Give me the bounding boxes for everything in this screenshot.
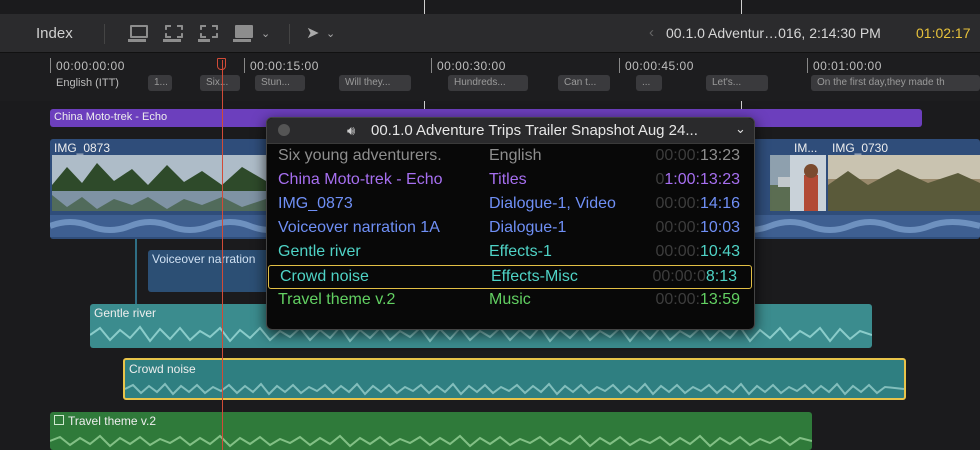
music-clip[interactable]: Travel theme v.2 xyxy=(50,412,812,450)
playhead-handle[interactable] xyxy=(217,58,226,70)
clip-role: Music xyxy=(489,291,531,308)
clip-timecode: 00:00:14:16 xyxy=(655,195,740,212)
clip-label: Voiceover narration xyxy=(152,252,256,266)
clip-timecode: 00:00:10:03 xyxy=(655,219,740,236)
timeline-ruler[interactable]: 00:00:00:00 00:00:15:00 00:00:30:00 00:0… xyxy=(0,53,980,101)
edit-options-chevron-icon[interactable]: ⌄ xyxy=(261,27,270,40)
caption-clip[interactable]: On the first day,they made th xyxy=(811,75,980,91)
clip-list-row[interactable]: Voiceover narration 1A Dialogue-1 00:00:10… xyxy=(267,217,754,241)
toolbar-divider xyxy=(104,24,105,44)
clip-label: IM... xyxy=(794,141,818,155)
caption-clip[interactable]: Hundreds... xyxy=(448,75,528,91)
ruler-label: 00:00:15:00 xyxy=(250,59,319,73)
ruler-tick xyxy=(807,58,808,73)
popover-title: 00.1.0 Adventure Trips Trailer Snapshot … xyxy=(371,122,698,139)
select-tool-icon[interactable]: ➤ xyxy=(306,23,319,43)
clip-timecode: 00:00:13:23 xyxy=(655,147,740,164)
timeline-toolbar: Index ⌄ ➤ ⌄ ‹ 00.1.0 Adventur…016, 2:14:… xyxy=(0,14,980,53)
ruler-tick xyxy=(50,58,51,73)
voiceover-clip[interactable]: Voiceover narration xyxy=(148,250,270,292)
clip-list-row[interactable]: Six young adventurers. English 00:00:13:23 xyxy=(267,145,754,169)
caption-clip[interactable]: 1... xyxy=(148,75,172,91)
clip-role: Titles xyxy=(489,171,527,188)
close-button[interactable] xyxy=(278,124,290,136)
clip-name: IMG_0873 xyxy=(278,195,353,212)
music-icon xyxy=(54,415,64,425)
speaker-icon: 🔊︎ xyxy=(347,123,356,138)
tool-menu-chevron-icon[interactable]: ⌄ xyxy=(326,27,335,40)
clip-role: Dialogue-1, Video xyxy=(489,195,616,212)
clip-timecode: 00:00:13:59 xyxy=(655,291,740,308)
clip-label: Travel theme v.2 xyxy=(68,414,157,428)
clip-timecode: 00:00:08:13 xyxy=(652,268,737,285)
clip-role: English xyxy=(489,147,542,164)
ruler-label: 00:00:00:00 xyxy=(56,59,125,73)
clip-timecode: 00:00:10:43 xyxy=(655,243,740,260)
clip-label: China Moto-trek - Echo xyxy=(54,111,168,123)
timeline-index-popover: 🔊︎ 00.1.0 Adventure Trips Trailer Snapsh… xyxy=(266,117,755,330)
overwrite-clip-icon[interactable] xyxy=(231,23,255,43)
caption-clip[interactable]: Can t... xyxy=(558,75,610,91)
clip-label: Gentle river xyxy=(94,306,157,320)
video-thumbnail xyxy=(52,155,266,211)
index-button[interactable]: Index xyxy=(36,25,73,42)
clip-label: Crowd noise xyxy=(129,362,196,376)
video-thumbnail xyxy=(790,155,826,211)
audio-waveform xyxy=(50,434,812,448)
caption-clip[interactable]: ... xyxy=(636,75,662,91)
crowd-noise-clip[interactable]: Crowd noise xyxy=(123,358,906,400)
insert-clip-icon[interactable] xyxy=(126,23,150,43)
caption-clip[interactable]: Stun... xyxy=(255,75,305,91)
project-info: 00.1.0 Adventur…016, 2:14:30 PM xyxy=(666,25,881,41)
audio-waveform xyxy=(125,382,904,396)
popover-header: 🔊︎ 00.1.0 Adventure Trips Trailer Snapsh… xyxy=(267,118,754,144)
clip-list-row[interactable]: Travel theme v.2 Music 00:00:13:59 xyxy=(267,289,754,313)
back-arrow-icon[interactable]: ‹ xyxy=(649,24,654,41)
clip-label: IMG_0873 xyxy=(54,141,111,155)
clip-role: Effects-Misc xyxy=(491,268,578,285)
toolbar-divider xyxy=(289,24,290,44)
clip-list-row[interactable]: China Moto-trek - Echo Titles 01:00:13:23 xyxy=(267,169,754,193)
clip-name: China Moto-trek - Echo xyxy=(278,171,443,188)
connection-line xyxy=(135,239,137,304)
caption-clip[interactable]: Six... xyxy=(200,75,240,91)
clip-name: Gentle river xyxy=(278,243,361,260)
video-thumbnail xyxy=(828,155,980,211)
ruler-tick xyxy=(619,58,620,73)
clip-name: Voiceover narration 1A xyxy=(278,219,440,236)
clip-label: IMG_0730 xyxy=(832,141,889,155)
playhead[interactable] xyxy=(222,60,223,450)
ruler-tick xyxy=(244,58,245,73)
ruler-label: 00:00:30:00 xyxy=(437,59,506,73)
clip-role: Dialogue-1 xyxy=(489,219,567,236)
connect-clip-icon[interactable] xyxy=(161,23,185,43)
project-duration: 01:02:17 xyxy=(916,25,971,41)
ruler-label: 00:01:00:00 xyxy=(813,59,882,73)
clip-name: Travel theme v.2 xyxy=(278,291,396,308)
clip-list-row[interactable]: Gentle river Effects-1 00:00:10:43 xyxy=(267,241,754,265)
caption-language-label: English (ITT) xyxy=(56,77,119,89)
caption-clip[interactable]: Will they... xyxy=(339,75,411,91)
clip-list-row[interactable]: Crowd noise Effects-Misc 00:00:08:13 xyxy=(268,265,752,289)
append-clip-icon[interactable] xyxy=(196,23,220,43)
clip-timecode: 01:00:13:23 xyxy=(655,171,740,188)
chevron-down-icon[interactable]: ⌄ xyxy=(735,121,746,137)
clip-name: Crowd noise xyxy=(280,268,369,285)
caption-clip[interactable]: Let's... xyxy=(706,75,768,91)
clip-role: Effects-1 xyxy=(489,243,552,260)
ruler-tick xyxy=(431,58,432,73)
clip-list-row[interactable]: IMG_0873 Dialogue-1, Video 00:00:14:16 xyxy=(267,193,754,217)
clip-name: Six young adventurers. xyxy=(278,147,442,164)
ruler-label: 00:00:45:00 xyxy=(625,59,694,73)
